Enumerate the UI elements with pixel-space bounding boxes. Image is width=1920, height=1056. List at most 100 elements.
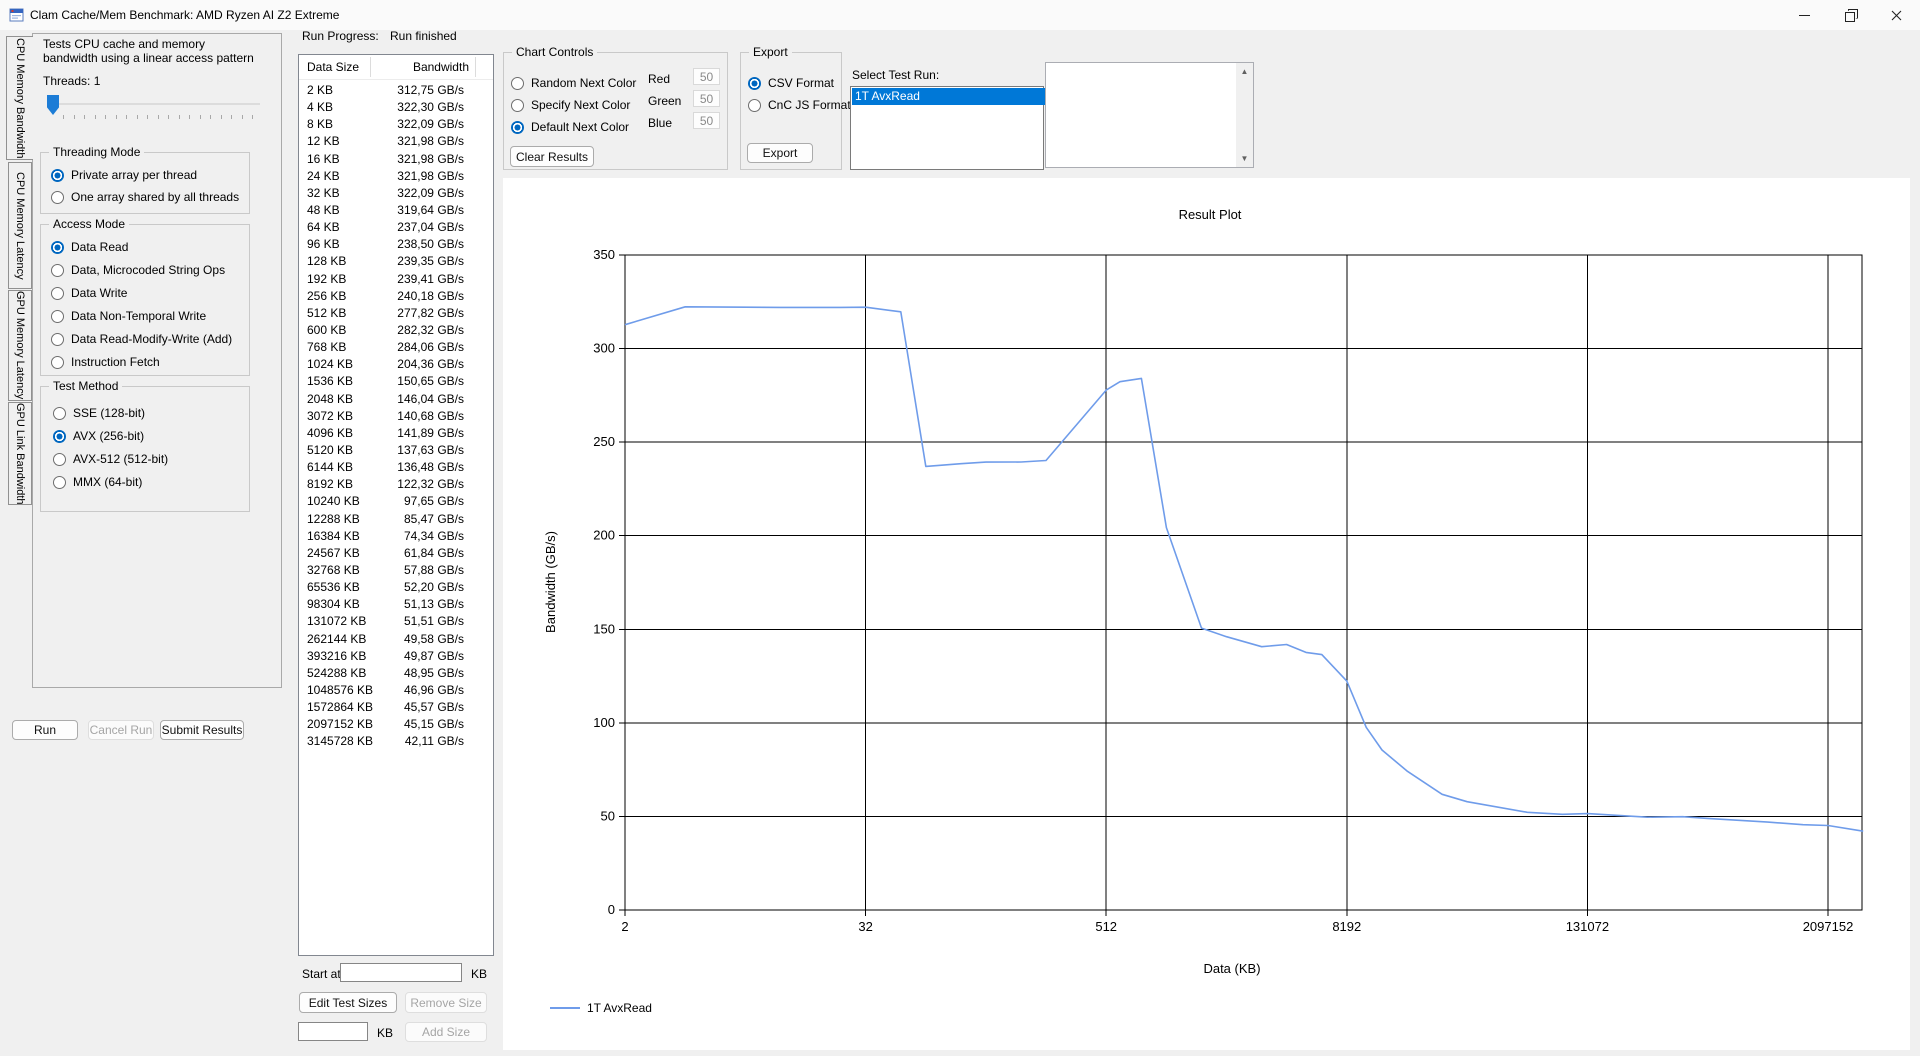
table-row[interactable]: 32 KB322,09 GB/s: [299, 185, 493, 202]
radio-access-data-non-temporal-write[interactable]: Data Non-Temporal Write: [51, 308, 206, 324]
table-row[interactable]: 1536 KB150,65 GB/s: [299, 373, 493, 390]
table-row[interactable]: 1024 KB204,36 GB/s: [299, 356, 493, 373]
radio-access-data-microcoded-string-ops[interactable]: Data, Microcoded String Ops: [51, 262, 225, 278]
column-header-data-size[interactable]: Data Size: [307, 60, 359, 74]
notes-scrollbar[interactable]: ▲ ▼: [1236, 63, 1253, 167]
radio-access-data-read-modify-write-add-[interactable]: Data Read-Modify-Write (Add): [51, 331, 232, 347]
table-row[interactable]: 256 KB240,18 GB/s: [299, 288, 493, 305]
table-row[interactable]: 16 KB321,98 GB/s: [299, 151, 493, 168]
radio-method-avx-512-512-bit-[interactable]: AVX-512 (512-bit): [53, 451, 168, 467]
table-row[interactable]: 192 KB239,41 GB/s: [299, 271, 493, 288]
table-row[interactable]: 12 KB321,98 GB/s: [299, 133, 493, 150]
table-row[interactable]: 8 KB322,09 GB/s: [299, 116, 493, 133]
scroll-up-icon[interactable]: ▲: [1236, 63, 1253, 80]
table-row[interactable]: 24567 KB61,84 GB/s: [299, 545, 493, 562]
table-row[interactable]: 2097152 KB45,15 GB/s: [299, 716, 493, 733]
radio-button-icon[interactable]: [51, 191, 64, 204]
table-row[interactable]: 1048576 KB46,96 GB/s: [299, 682, 493, 699]
radio-method-avx-256-bit-[interactable]: AVX (256-bit): [53, 428, 144, 444]
side-tab-cpu-memory-latency[interactable]: CPU Memory Latency: [8, 162, 32, 289]
start-at-input[interactable]: [340, 963, 462, 982]
submit-results-button[interactable]: Submit Results: [160, 720, 244, 740]
radio-button-icon[interactable]: [53, 407, 66, 420]
table-row[interactable]: 8192 KB122,32 GB/s: [299, 476, 493, 493]
notes-textarea[interactable]: ▲ ▼: [1045, 62, 1254, 168]
table-row[interactable]: 10240 KB97,65 GB/s: [299, 493, 493, 510]
table-row[interactable]: 65536 KB52,20 GB/s: [299, 579, 493, 596]
table-row[interactable]: 262144 KB49,58 GB/s: [299, 631, 493, 648]
side-tab-cpu-memory-bandwidth[interactable]: CPU Memory Bandwidth: [6, 36, 33, 160]
table-row[interactable]: 1572864 KB45,57 GB/s: [299, 699, 493, 716]
radio-button-icon[interactable]: [53, 430, 66, 443]
table-row[interactable]: 24 KB321,98 GB/s: [299, 168, 493, 185]
table-row[interactable]: 524288 KB48,95 GB/s: [299, 665, 493, 682]
table-row[interactable]: 600 KB282,32 GB/s: [299, 322, 493, 339]
table-row[interactable]: 48 KB319,64 GB/s: [299, 202, 493, 219]
table-row[interactable]: 131072 KB51,51 GB/s: [299, 613, 493, 630]
close-button[interactable]: [1873, 0, 1919, 30]
column-header-bandwidth[interactable]: Bandwidth: [413, 60, 469, 74]
side-tab-gpu-memory-latency[interactable]: GPU Memory Latency: [8, 290, 32, 401]
radio-button-icon[interactable]: [51, 169, 64, 182]
radio-button-icon[interactable]: [53, 453, 66, 466]
threads-slider-track[interactable]: [47, 103, 260, 105]
radio-button-icon[interactable]: [51, 356, 64, 369]
column-divider[interactable]: [370, 57, 371, 77]
clear-results-button[interactable]: Clear Results: [510, 146, 594, 167]
radio-color-mode-default-next-color[interactable]: Default Next Color: [511, 119, 629, 135]
radio-button-icon[interactable]: [51, 241, 64, 254]
table-row[interactable]: 3145728 KB42,11 GB/s: [299, 733, 493, 750]
export-button[interactable]: Export: [747, 143, 813, 163]
radio-export-csv-format[interactable]: CSV Format: [748, 75, 834, 91]
radio-button-icon[interactable]: [51, 310, 64, 323]
radio-button-icon[interactable]: [748, 77, 761, 90]
radio-access-data-read[interactable]: Data Read: [51, 239, 128, 255]
table-row[interactable]: 2 KB312,75 GB/s: [299, 82, 493, 99]
radio-export-cnc-js-format[interactable]: CnC JS Format: [748, 97, 851, 113]
radio-threading-private-array-per-thread[interactable]: Private array per thread: [51, 167, 197, 183]
radio-access-instruction-fetch[interactable]: Instruction Fetch: [51, 354, 160, 370]
results-table-header[interactable]: Data Size Bandwidth: [299, 55, 493, 80]
table-row[interactable]: 3072 KB140,68 GB/s: [299, 408, 493, 425]
scroll-down-icon[interactable]: ▼: [1236, 150, 1253, 167]
table-row[interactable]: 32768 KB57,88 GB/s: [299, 562, 493, 579]
table-row[interactable]: 5120 KB137,63 GB/s: [299, 442, 493, 459]
table-row[interactable]: 512 KB277,82 GB/s: [299, 305, 493, 322]
table-row[interactable]: 12288 KB85,47 GB/s: [299, 511, 493, 528]
radio-access-data-write[interactable]: Data Write: [51, 285, 127, 301]
column-divider[interactable]: [475, 57, 476, 77]
table-row[interactable]: 16384 KB74,34 GB/s: [299, 528, 493, 545]
table-row[interactable]: 128 KB239,35 GB/s: [299, 253, 493, 270]
radio-color-mode-random-next-color[interactable]: Random Next Color: [511, 75, 636, 91]
radio-button-icon[interactable]: [51, 287, 64, 300]
table-row[interactable]: 64 KB237,04 GB/s: [299, 219, 493, 236]
add-size-input[interactable]: [298, 1022, 368, 1041]
radio-color-mode-specify-next-color[interactable]: Specify Next Color: [511, 97, 630, 113]
edit-test-sizes-button[interactable]: Edit Test Sizes: [299, 992, 397, 1013]
minimize-button[interactable]: [1781, 0, 1827, 30]
radio-button-icon[interactable]: [51, 333, 64, 346]
radio-button-icon[interactable]: [511, 121, 524, 134]
radio-button-icon[interactable]: [53, 476, 66, 489]
table-row[interactable]: 2048 KB146,04 GB/s: [299, 391, 493, 408]
run-button[interactable]: Run: [12, 720, 78, 740]
table-row[interactable]: 98304 KB51,13 GB/s: [299, 596, 493, 613]
table-row[interactable]: 96 KB238,50 GB/s: [299, 236, 493, 253]
table-row[interactable]: 6144 KB136,48 GB/s: [299, 459, 493, 476]
test-run-item[interactable]: 1T AvxRead: [852, 88, 1045, 105]
radio-threading-one-array-shared-by-all-threads[interactable]: One array shared by all threads: [51, 189, 239, 205]
results-table[interactable]: Data Size Bandwidth 2 KB312,75 GB/s4 KB3…: [298, 54, 494, 956]
radio-method-mmx-64-bit-[interactable]: MMX (64-bit): [53, 474, 142, 490]
table-row[interactable]: 393216 KB49,87 GB/s: [299, 648, 493, 665]
radio-button-icon[interactable]: [51, 264, 64, 277]
table-row[interactable]: 4096 KB141,89 GB/s: [299, 425, 493, 442]
radio-method-sse-128-bit-[interactable]: SSE (128-bit): [53, 405, 145, 421]
radio-button-icon[interactable]: [511, 77, 524, 90]
radio-button-icon[interactable]: [748, 99, 761, 112]
table-row[interactable]: 768 KB284,06 GB/s: [299, 339, 493, 356]
table-row[interactable]: 4 KB322,30 GB/s: [299, 99, 493, 116]
side-tab-gpu-link-bandwidth[interactable]: GPU Link Bandwidth: [8, 402, 32, 505]
radio-button-icon[interactable]: [511, 99, 524, 112]
test-run-listbox[interactable]: 1T AvxRead: [850, 86, 1044, 170]
restore-button[interactable]: [1827, 0, 1873, 30]
